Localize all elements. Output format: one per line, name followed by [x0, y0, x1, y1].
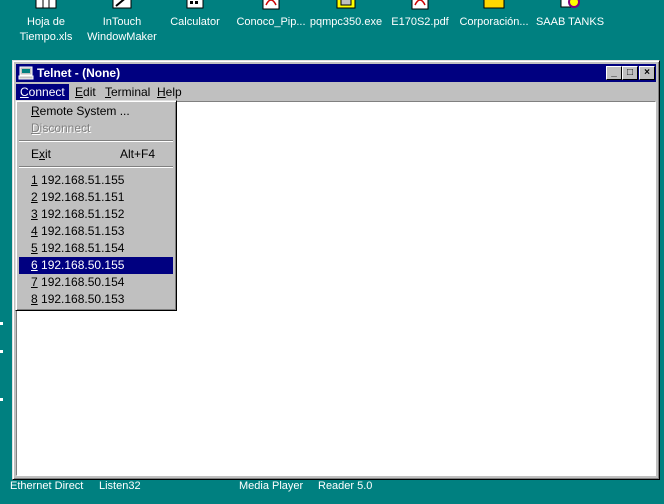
menu-item-recent-host-6[interactable]: 6 192.168.50.155 [19, 257, 173, 274]
maximize-button[interactable]: □ [622, 66, 638, 80]
menu-separator [19, 140, 173, 142]
menu-terminal[interactable]: Terminal [101, 84, 154, 100]
menu-item-recent-host-3[interactable]: 3 192.168.51.152 [19, 206, 173, 223]
calculator-icon [186, 0, 204, 9]
menu-item-disconnect: Disconnect [31, 121, 91, 135]
close-button[interactable]: × [639, 66, 655, 80]
saab-icon [560, 0, 580, 8]
minimize-button[interactable]: _ [606, 66, 622, 80]
menu-item-exit[interactable]: Exit Alt+F4 [19, 146, 173, 163]
desktop-icon-media-player[interactable]: Media Player [239, 480, 303, 492]
menu-item-recent-host-1[interactable]: 1 192.168.51.155 [19, 172, 173, 189]
pdf-icon [411, 0, 429, 10]
connect-dropdown-menu: Remote System ... Disconnect Exit Alt+F4 … [15, 100, 177, 311]
intouch-icon [112, 0, 132, 9]
computer-icon [18, 66, 34, 80]
menu-item-recent-host-5[interactable]: 5 192.168.51.154 [19, 240, 173, 257]
window-title: Telnet - (None) [37, 66, 121, 80]
pdf-icon [262, 0, 280, 10]
desktop-edge-mark [0, 398, 3, 401]
desktop-icon-ethernet-direct[interactable]: Ethernet Direct [10, 480, 83, 492]
maximize-icon: □ [626, 67, 634, 78]
menu-help[interactable]: Help [153, 84, 186, 100]
menu-edit[interactable]: Edit [71, 84, 100, 100]
menu-item-recent-host-7[interactable]: 7 192.168.50.154 [19, 274, 173, 291]
exe-icon [336, 0, 356, 9]
menu-item-recent-host-8[interactable]: 8 192.168.50.153 [19, 291, 173, 308]
menu-item-recent-host-4[interactable]: 4 192.168.51.153 [19, 223, 173, 240]
minimize-icon: _ [611, 67, 617, 78]
close-icon: × [644, 67, 650, 78]
desktop-icon-reader[interactable]: Reader 5.0 [318, 480, 372, 492]
menu-item-remote-system[interactable]: Remote System ... [19, 103, 173, 120]
exit-shortcut: Alt+F4 [119, 147, 155, 161]
desktop-edge-mark [0, 322, 3, 325]
menu-separator [19, 166, 173, 168]
folder-icon [483, 0, 505, 9]
menu-item-recent-host-2[interactable]: 2 192.168.51.151 [19, 189, 173, 206]
desktop-edge-mark [0, 350, 3, 353]
title-bar[interactable]: Telnet - (None) _ □ × [16, 64, 656, 82]
desktop-icon-listen32[interactable]: Listen32 [99, 480, 141, 492]
menu-bar: Connect Edit Terminal Help [16, 83, 656, 101]
menu-connect[interactable]: Connect [16, 84, 69, 100]
spreadsheet-icon [35, 0, 57, 9]
